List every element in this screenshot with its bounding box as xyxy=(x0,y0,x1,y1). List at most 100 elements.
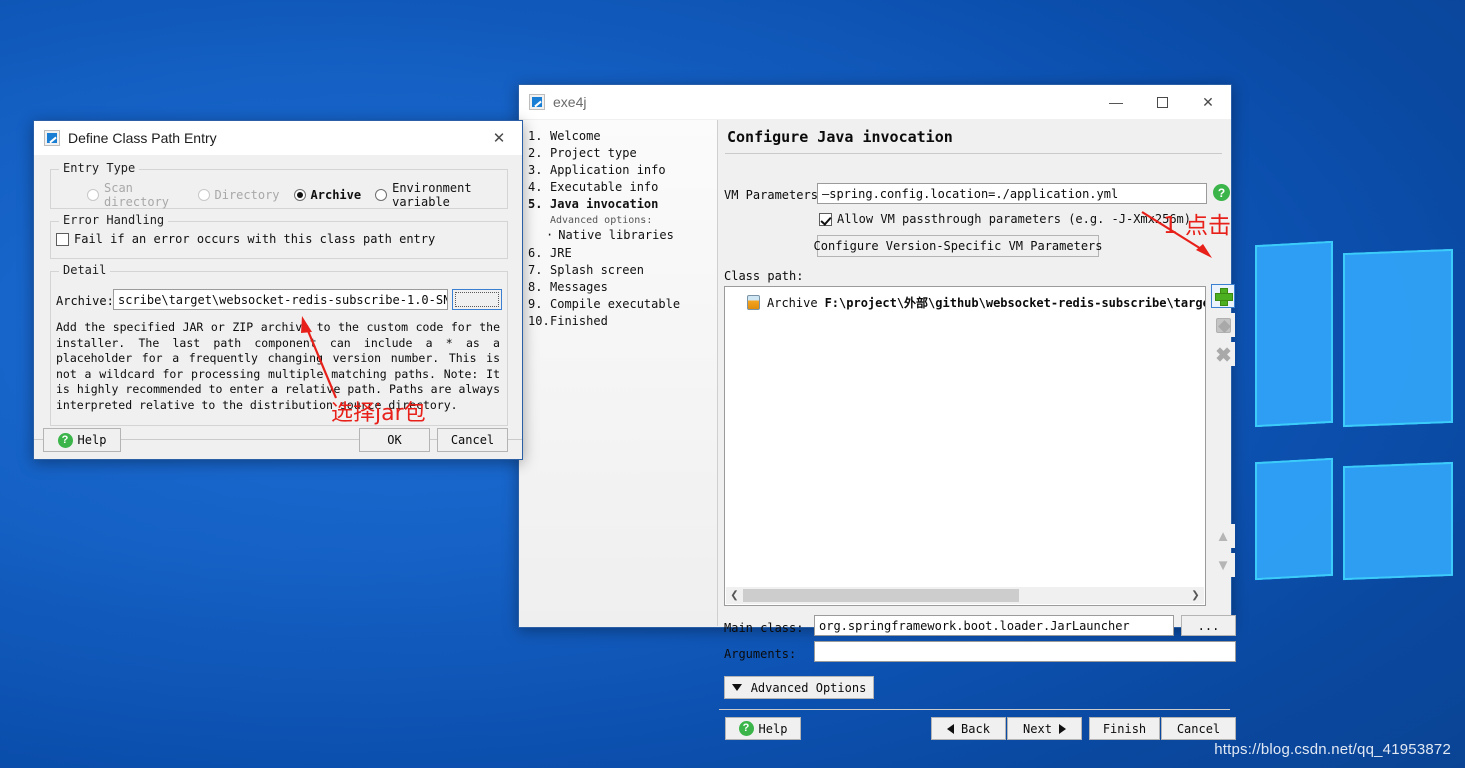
list-item[interactable]: Archive F:\project\外部\github\websocket-r… xyxy=(725,287,1205,311)
close-icon[interactable]: ✕ xyxy=(476,121,522,155)
button-label: Finish xyxy=(1102,721,1147,736)
button-label: Cancel xyxy=(1176,721,1221,736)
add-icon[interactable] xyxy=(1211,284,1235,308)
button-label: Configure Version-Specific VM Parameters xyxy=(813,239,1103,253)
vm-parameters-input[interactable]: —spring.config.location=./application.ym… xyxy=(817,183,1207,204)
detail-description: Add the specified JAR or ZIP archive to … xyxy=(56,320,500,412)
scrollbar-thumb[interactable] xyxy=(743,589,1019,602)
close-icon[interactable]: ✕ xyxy=(1185,85,1231,119)
radio-environment-variable[interactable]: Environment variable xyxy=(375,181,507,209)
vm-parameters-label: VM Parameters: xyxy=(724,188,826,202)
entry-type-label: Archive xyxy=(767,295,818,310)
checkbox-box xyxy=(56,232,69,246)
scrollbar-track[interactable] xyxy=(743,587,1187,604)
sidebar-item-finished[interactable]: 10. Finished xyxy=(528,314,717,328)
sidebar-item-native-libraries[interactable]: · Native libraries xyxy=(546,228,717,242)
maximize-icon[interactable] xyxy=(1139,85,1185,119)
sidebar-item-executable-info[interactable]: 4. Executable info xyxy=(528,180,717,194)
step-number: 2. xyxy=(528,146,543,160)
button-label: ... xyxy=(1197,618,1220,633)
next-button[interactable]: Next xyxy=(1007,717,1082,740)
fail-on-error-checkbox[interactable]: Fail if an error occurs with this class … xyxy=(56,232,435,246)
step-label: Messages xyxy=(550,280,608,294)
group-legend: Entry Type xyxy=(59,161,140,175)
button-label: OK xyxy=(387,433,402,447)
move-down-icon[interactable]: ▼ xyxy=(1211,553,1235,577)
allow-vm-passthrough-checkbox[interactable]: Allow VM passthrough parameters (e.g. -J… xyxy=(819,212,1191,226)
finish-button[interactable]: Finish xyxy=(1089,717,1160,740)
back-button[interactable]: Back xyxy=(931,717,1006,740)
chevron-down-icon xyxy=(731,684,742,691)
class-path-listbox[interactable]: Archive F:\project\外部\github\websocket-r… xyxy=(724,286,1206,606)
sidebar-item-project-type[interactable]: 2. Project type xyxy=(528,146,717,160)
sidebar-item-java-invocation[interactable]: 5. Java invocation xyxy=(528,197,717,211)
radio-directory[interactable]: Directory xyxy=(197,188,280,202)
step-number: 8. xyxy=(528,280,543,294)
exe4j-app-icon xyxy=(529,94,545,110)
advanced-options-button[interactable]: Advanced Options xyxy=(724,676,874,699)
entry-path: F:\project\外部\github\websocket-redis-sub… xyxy=(824,296,1206,310)
horizontal-scrollbar[interactable]: ❮ ❯ xyxy=(726,587,1204,604)
step-number: 9. xyxy=(528,297,543,311)
blog-url-watermark: https://blog.csdn.net/qq_41953872 xyxy=(1214,741,1451,758)
main-class-input[interactable]: org.springframework.boot.loader.JarLaunc… xyxy=(814,615,1174,636)
chevron-down-icon: ▼ xyxy=(1215,556,1231,574)
classpath-toolbar xyxy=(1211,284,1237,366)
step-label: Native libraries xyxy=(558,228,674,242)
cancel-button[interactable]: Cancel xyxy=(437,428,508,452)
step-label: JRE xyxy=(550,246,572,260)
help-icon[interactable]: ? xyxy=(1213,184,1230,201)
sidebar-item-messages[interactable]: 8. Messages xyxy=(528,280,717,294)
error-handling-group: Error Handling Fail if an error occurs w… xyxy=(50,213,508,259)
exe4j-titlebar[interactable]: exe4j — ✕ xyxy=(519,85,1231,119)
remove-icon[interactable] xyxy=(1211,342,1235,366)
window-controls: — ✕ xyxy=(1093,85,1231,119)
move-up-icon[interactable]: ▲ xyxy=(1211,524,1235,548)
main-class-browse-button[interactable]: ... xyxy=(1181,615,1236,636)
radio-dot xyxy=(87,189,99,201)
wizard-step-nav: exe4j 1. Welcome 2. Project type 3. Appl… xyxy=(520,120,718,626)
step-label: Welcome xyxy=(550,129,601,143)
plus-glyph xyxy=(1215,288,1233,306)
checkbox-box xyxy=(819,212,832,226)
step-number: 3. xyxy=(528,163,543,177)
sidebar-item-jre[interactable]: 6. JRE xyxy=(528,246,717,260)
sidebar-item-welcome[interactable]: 1. Welcome xyxy=(528,129,717,143)
step-label: Compile executable xyxy=(550,297,681,311)
exe4j-window-title: exe4j xyxy=(553,94,587,110)
chevron-up-icon: ▲ xyxy=(1215,527,1231,545)
dialog-title: Define Class Path Entry xyxy=(68,130,217,146)
archive-label: Archive: xyxy=(56,294,114,308)
cancel-button[interactable]: Cancel xyxy=(1161,717,1236,740)
help-icon: ? xyxy=(57,432,73,448)
define-class-path-entry-dialog: Define Class Path Entry ✕ Entry Type Sca… xyxy=(33,120,523,460)
sidebar-item-splash-screen[interactable]: 7. Splash screen xyxy=(528,263,717,277)
sidebar-item-compile-executable[interactable]: 9. Compile executable xyxy=(528,297,717,311)
archive-input[interactable]: scribe\target\websocket-redis-subscribe-… xyxy=(113,289,448,310)
button-label: Advanced Options xyxy=(750,680,867,695)
minimize-icon[interactable]: — xyxy=(1093,85,1139,119)
help-button[interactable]: ? Help xyxy=(725,717,801,740)
radio-archive[interactable]: Archive xyxy=(293,188,361,202)
jar-icon xyxy=(747,295,760,310)
radio-scan-directory[interactable]: Scan directory xyxy=(87,181,184,209)
sidebar-item-application-info[interactable]: 3. Application info xyxy=(528,163,717,177)
exe4j-app-icon xyxy=(44,130,60,146)
class-path-label: Class path: xyxy=(724,269,804,283)
edit-icon[interactable] xyxy=(1211,313,1235,337)
help-button[interactable]: ? Help xyxy=(43,428,121,452)
arguments-input[interactable] xyxy=(814,641,1236,662)
radio-dot xyxy=(197,189,210,201)
main-class-label: Main class: xyxy=(724,621,804,635)
scroll-right-icon[interactable]: ❯ xyxy=(1187,587,1204,604)
button-label: Help xyxy=(77,433,107,447)
ok-button[interactable]: OK xyxy=(359,428,430,452)
wizard-content-pane: Configure Java invocation VM Parameters:… xyxy=(719,120,1236,740)
scroll-left-icon[interactable]: ❮ xyxy=(726,587,743,604)
configure-version-specific-vm-parameters-button[interactable]: Configure Version-Specific VM Parameters xyxy=(814,235,1103,257)
archive-browse-button[interactable] xyxy=(452,289,502,310)
step-number: 5. xyxy=(528,197,543,211)
step-label: Splash screen xyxy=(550,263,644,277)
dialog-titlebar[interactable]: Define Class Path Entry ✕ xyxy=(34,121,522,155)
radio-label: Scan directory xyxy=(104,181,170,209)
